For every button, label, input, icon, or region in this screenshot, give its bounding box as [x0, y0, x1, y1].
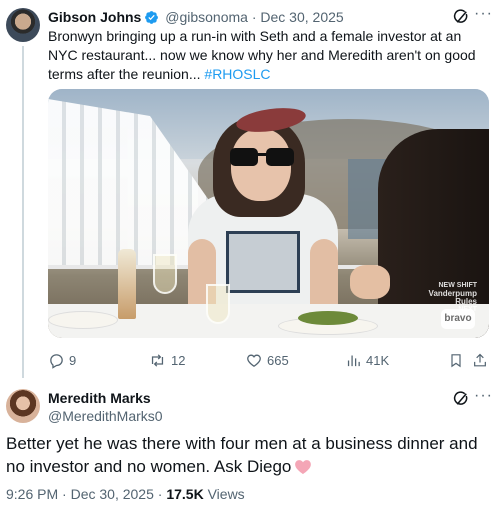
reply-meta: 9:26 PM · Dec 30, 2025 · 17.5K Views	[6, 486, 245, 502]
share-button[interactable]	[472, 350, 488, 370]
reply-icon	[48, 352, 65, 369]
watermark-show: Vanderpump Rules	[428, 289, 477, 306]
plate	[48, 311, 118, 329]
reply-author-avatar[interactable]	[6, 389, 40, 423]
reply-views-label: Views	[207, 486, 245, 502]
repost-count: 12	[171, 352, 186, 368]
verified-badge-icon	[144, 10, 159, 28]
meta-separator: ·	[157, 486, 163, 502]
bookmark-icon	[448, 352, 464, 369]
more-icon[interactable]: ···	[474, 5, 493, 23]
views-icon	[345, 352, 362, 369]
repost-icon	[148, 352, 167, 369]
reply-views-count: 17.5K	[166, 486, 204, 502]
author-handle[interactable]: @gibsonoma	[165, 9, 248, 25]
reply-date[interactable]: Dec 30, 2025	[71, 486, 154, 502]
author-avatar[interactable]	[6, 8, 40, 42]
tweet-action-bar: 9 12 665 41K	[48, 350, 488, 370]
thread-connector-line	[22, 46, 24, 378]
views-count: 41K	[366, 352, 390, 368]
water-glass	[206, 284, 230, 324]
pink-heart-emoji	[294, 458, 312, 481]
views-button[interactable]: 41K	[345, 350, 389, 370]
reply-button[interactable]: 9	[48, 350, 76, 370]
reply-time[interactable]: 9:26 PM	[6, 486, 58, 502]
other-person-hand	[350, 265, 390, 299]
author-name[interactable]: Gibson Johns	[48, 9, 141, 25]
bookmark-button[interactable]	[448, 350, 464, 370]
hashtag-link[interactable]: #RHOSLC	[204, 66, 270, 82]
grok-icon[interactable]	[452, 390, 470, 408]
grok-icon[interactable]	[452, 8, 470, 26]
bravo-logo: bravo	[441, 309, 475, 329]
share-icon	[472, 352, 488, 369]
shirt-print	[226, 231, 300, 293]
sunglasses	[230, 148, 294, 166]
like-count: 665	[267, 352, 289, 368]
meta-separator: ·	[62, 486, 67, 502]
reply-count: 9	[69, 352, 77, 368]
more-icon[interactable]: ···	[474, 387, 493, 405]
reply-author-handle[interactable]: @MeredithMarks0	[48, 408, 163, 424]
reply-body: Better yet he was there with four men at…	[6, 434, 478, 476]
tweet-text: Bronwyn bringing up a run-in with Seth a…	[48, 27, 488, 84]
like-icon	[245, 352, 263, 369]
like-button[interactable]: 665	[245, 350, 289, 370]
wine-bottle	[118, 249, 136, 319]
tweet-media-image[interactable]: NEW SHIFT Vanderpump Rules NEXT bravo	[48, 89, 489, 338]
reply-text: Better yet he was there with four men at…	[6, 432, 486, 481]
salad	[298, 311, 358, 325]
reply-author-name[interactable]: Meredith Marks	[48, 390, 151, 406]
wine-glass	[153, 254, 177, 294]
tweet-date[interactable]: Dec 30, 2025	[260, 9, 343, 25]
header-separator: ·	[251, 9, 257, 25]
repost-button[interactable]: 12	[148, 350, 185, 370]
tweet-header: Gibson Johns @gibsonoma · Dec 30, 2025	[48, 9, 344, 28]
